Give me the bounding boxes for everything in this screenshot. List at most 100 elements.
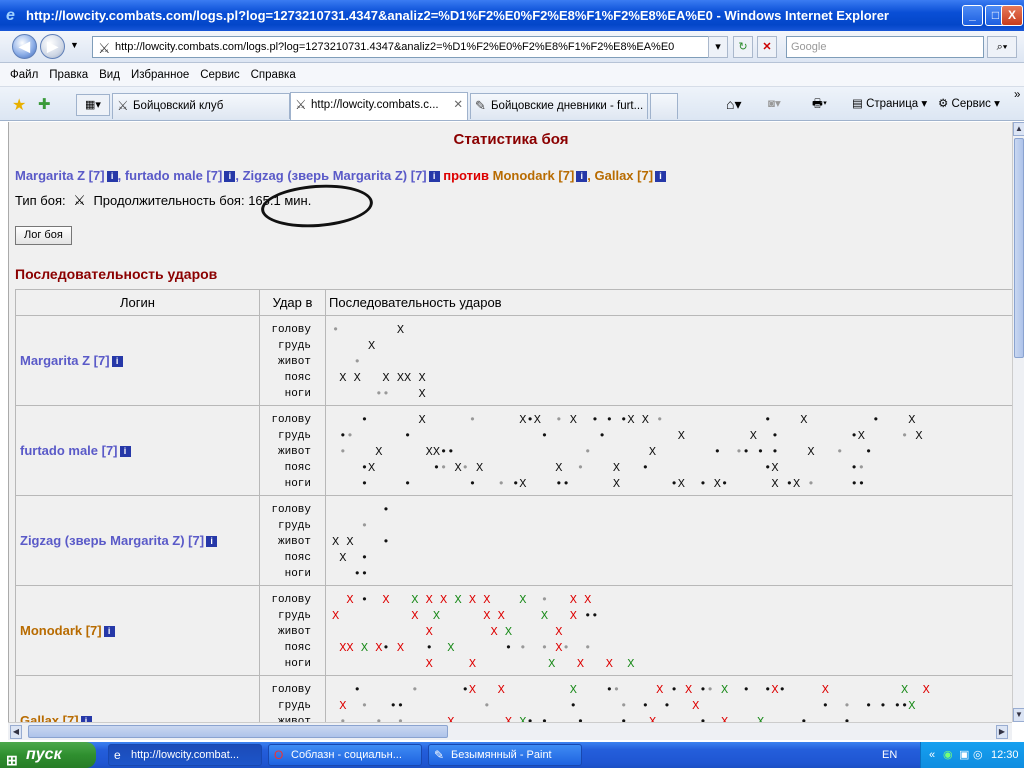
task-opera[interactable]: O Соблазн - социальн... xyxy=(268,744,422,766)
feeds-icon[interactable]: ◙▾ xyxy=(768,96,781,110)
refresh-button[interactable]: ↻ xyxy=(733,36,753,58)
menu-favorites[interactable]: Избранное xyxy=(131,69,189,81)
tab-combats-club[interactable]: ⚔ Бойцовский клуб xyxy=(112,93,290,119)
table-row: Gallax [7]iголовугрудьживотпоясноги • • … xyxy=(15,675,1012,722)
minimize-button[interactable]: _ xyxy=(962,5,983,26)
tray-arrow-icon[interactable]: « xyxy=(929,742,935,768)
info-icon[interactable]: i xyxy=(111,356,123,368)
language-indicator[interactable]: EN xyxy=(882,742,897,768)
tab-label: Бойцовские дневники - furt... xyxy=(491,100,644,112)
fighter-link[interactable]: Zigzag (зверь Margarita Z) [7] xyxy=(243,168,427,183)
tools-menu-label: Сервис xyxy=(951,98,991,110)
menu-help[interactable]: Справка xyxy=(251,69,296,81)
fighter-link[interactable]: Gallax [7] xyxy=(20,713,79,722)
tray-app-icon[interactable]: ▣ xyxy=(959,742,969,768)
info-icon[interactable]: i xyxy=(576,171,588,183)
history-dropdown-icon[interactable]: ▼ xyxy=(70,40,79,50)
scroll-down-icon[interactable]: ▼ xyxy=(1013,708,1024,722)
fighter-link[interactable]: furtado male [7] xyxy=(20,443,118,458)
tab-diaries[interactable]: ✎ Бойцовские дневники - furt... xyxy=(470,93,648,119)
address-input[interactable]: ⚔ http://lowcity.combats.com/logs.pl?log… xyxy=(92,36,728,58)
start-label: пуск xyxy=(26,746,62,763)
info-icon[interactable]: i xyxy=(428,171,440,183)
fight-type-label: Тип боя: xyxy=(15,193,66,208)
fighter-link[interactable]: Zigzag (зверь Margarita Z) [7] xyxy=(20,533,204,548)
hit-sequence: • • •X X X •• X • X •• X • •X• X X X xyxy=(353,683,930,697)
address-toolbar: ◀ ▶ ▼ ⚔ http://lowcity.combats.com/logs.… xyxy=(0,31,1024,63)
fighter-link[interactable]: Monodark [7] xyxy=(20,623,102,638)
menu-bar: Файл Правка Вид Избранное Сервис Справка xyxy=(0,63,1024,87)
forward-button[interactable]: ▶ xyxy=(40,34,65,59)
tab-label: http://lowcity.combats.c... xyxy=(311,99,439,111)
ie-logo-icon: e xyxy=(6,6,15,24)
address-text: http://lowcity.combats.com/logs.pl?log=1… xyxy=(115,41,675,53)
fighter-link[interactable]: Margarita Z [7] xyxy=(20,353,110,368)
toolbar-overflow-icon[interactable]: » xyxy=(1014,89,1020,101)
info-icon[interactable]: i xyxy=(103,626,115,638)
scroll-up-icon[interactable]: ▲ xyxy=(1013,122,1024,136)
opera-task-icon: O xyxy=(274,748,284,762)
login-cell: Margarita Z [7] i xyxy=(15,315,260,406)
home-icon[interactable]: ⌂▾ xyxy=(726,96,741,113)
scroll-thumb[interactable] xyxy=(28,725,448,738)
fighters-line: Margarita Z [7] i, furtado male [7] i, Zig… xyxy=(15,168,667,183)
zones-cell: голову грудь живот пояс ноги xyxy=(259,495,326,586)
zone-label: ноги xyxy=(284,658,311,670)
print-icon[interactable]: 🖶▾ xyxy=(812,96,827,115)
address-dropdown-button[interactable]: ▾ xyxy=(708,36,728,58)
menu-edit[interactable]: Правка xyxy=(49,69,88,81)
fighter-link[interactable]: Monodark [7] xyxy=(493,168,575,183)
fighter-link[interactable]: furtado male [7] xyxy=(125,168,223,183)
task-paint[interactable]: ✎ Безымянный - Paint xyxy=(428,744,582,766)
new-tab-button[interactable] xyxy=(650,93,678,119)
zone-label: грудь xyxy=(277,700,311,712)
page-menu-button[interactable]: ▤ Страница ▾ xyxy=(852,96,927,110)
info-icon[interactable]: i xyxy=(224,171,236,183)
table-row: furtado male [7] i голову грудь живот пояс ног… xyxy=(15,405,1012,496)
zone-label: голову xyxy=(271,414,311,426)
info-icon[interactable]: i xyxy=(119,446,131,458)
scroll-right-icon[interactable]: ▶ xyxy=(996,725,1008,739)
scroll-thumb[interactable] xyxy=(1014,138,1024,358)
task-label: http://lowcity.combat... xyxy=(131,749,240,761)
search-button[interactable]: ⌕▾ xyxy=(987,36,1017,58)
zone-label: пояс xyxy=(284,642,311,654)
start-button[interactable]: ⊞ пуск xyxy=(0,742,96,768)
window-title-bar[interactable]: e http://lowcity.combats.com/logs.pl?log… xyxy=(0,0,1024,31)
sequence-cell: • X • X•X • X • • •X X • • X • X •• • • … xyxy=(325,405,1012,496)
fight-log-button[interactable]: Лог боя xyxy=(15,226,72,245)
tray-network-icon[interactable]: ◉ xyxy=(943,742,953,768)
favorites-star-icon[interactable]: ★ xyxy=(12,95,26,115)
zone-label: ноги xyxy=(284,478,311,490)
back-button[interactable]: ◀ xyxy=(12,34,37,59)
tray-volume-icon[interactable]: ◎ xyxy=(973,742,983,768)
fighter-link[interactable]: Margarita Z [7] xyxy=(15,168,105,183)
tab-stats-log[interactable]: ⚔ http://lowcity.combats.c... ✕ xyxy=(290,92,468,120)
task-ie[interactable]: e http://lowcity.combat... xyxy=(108,744,262,766)
info-icon[interactable]: i xyxy=(655,171,667,183)
menu-file[interactable]: Файл xyxy=(10,69,38,81)
info-icon[interactable]: i xyxy=(106,171,118,183)
vertical-scrollbar[interactable]: ▲ ▼ xyxy=(1012,122,1024,722)
feather-favicon-icon: ✎ xyxy=(475,98,486,113)
tab-close-icon[interactable]: ✕ xyxy=(453,93,463,117)
close-button[interactable]: X xyxy=(1001,5,1023,26)
login-cell: Gallax [7] i xyxy=(15,675,260,722)
sword-favicon-icon: ⚔ xyxy=(117,98,129,113)
stop-button[interactable]: ✕ xyxy=(757,36,777,58)
search-input[interactable]: Google xyxy=(786,36,984,58)
tab-label: Бойцовский клуб xyxy=(133,100,224,112)
quick-tabs-button[interactable]: ▦▾ xyxy=(76,94,110,116)
hit-sequence: X • xyxy=(339,551,369,565)
tools-menu-button[interactable]: ⚙ Сервис ▾ xyxy=(938,96,1000,110)
sequence-cell: • X X • X X X XX X •• X xyxy=(325,315,1012,406)
menu-view[interactable]: Вид xyxy=(99,69,120,81)
scroll-left-icon[interactable]: ◀ xyxy=(10,725,22,739)
horizontal-scrollbar[interactable]: ◀ ▶ xyxy=(8,722,1012,740)
add-favorite-icon[interactable]: ✚ xyxy=(38,95,51,113)
fighter-link[interactable]: Gallax [7] xyxy=(595,168,654,183)
info-icon[interactable]: i xyxy=(206,536,218,548)
page-content: Статистика боя Margarita Z [7] i, furtado… xyxy=(8,122,1012,722)
menu-tools[interactable]: Сервис xyxy=(200,69,239,81)
system-tray: « ◉ ▣ ◎ 12:30 xyxy=(920,742,1024,768)
